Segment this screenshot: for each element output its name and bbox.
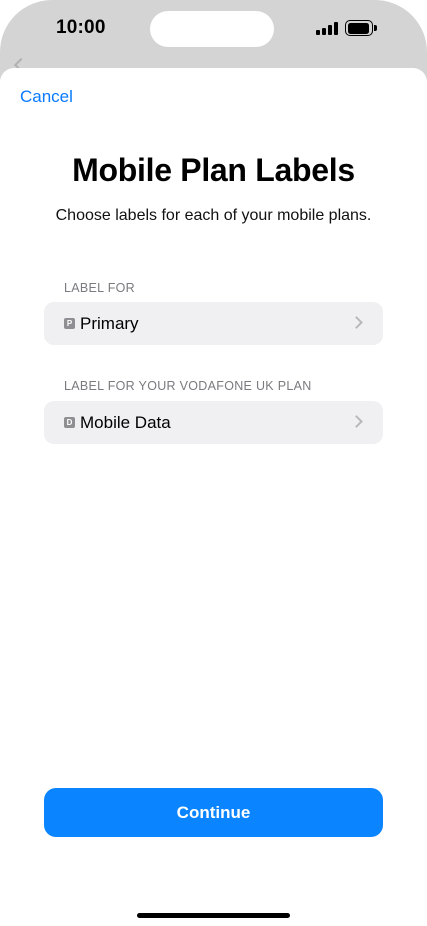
home-indicator[interactable] xyxy=(137,913,290,918)
continue-button[interactable]: Continue xyxy=(44,788,383,837)
chevron-right-icon xyxy=(350,316,363,329)
page-title: Mobile Plan Labels xyxy=(72,152,355,188)
plan-label-value: Primary xyxy=(80,314,139,333)
plan-label-row-mobile-data[interactable]: D Mobile Data xyxy=(44,401,383,444)
dynamic-island xyxy=(150,11,274,47)
cancel-button[interactable]: Cancel xyxy=(20,87,73,107)
status-time: 10:00 xyxy=(56,17,106,38)
chevron-right-icon xyxy=(350,415,363,428)
section-header-vodafone: LABEL FOR YOUR VODAFONE UK PLAN xyxy=(64,379,312,393)
battery-icon xyxy=(345,20,377,36)
device-frame: 10:00 Cancel Mobile Plan Labels Choose l… xyxy=(0,0,427,926)
status-bar: 10:00 xyxy=(0,0,427,60)
plan-badge-icon: P xyxy=(64,318,75,329)
plan-label-value: Mobile Data xyxy=(80,413,171,432)
cellular-signal-icon xyxy=(316,22,338,35)
plan-label-row-primary[interactable]: P Primary xyxy=(44,302,383,345)
page-subtitle: Choose labels for each of your mobile pl… xyxy=(55,207,372,224)
plan-badge-icon: D xyxy=(64,417,75,428)
section-header-label-for: LABEL FOR xyxy=(64,281,136,295)
modal-sheet: Cancel Mobile Plan Labels Choose labels … xyxy=(0,68,427,926)
